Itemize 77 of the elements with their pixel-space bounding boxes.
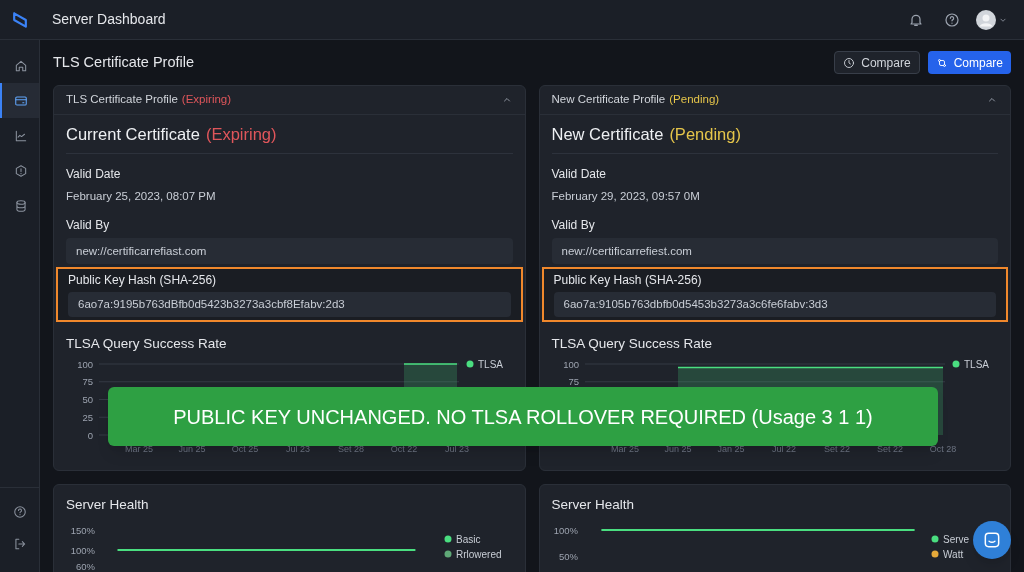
- legend-label: Basic: [456, 533, 481, 545]
- field-label: Valid By: [551, 217, 596, 235]
- success-banner: PUBLIC KEY UNCHANGED. NO TLSA ROLLOVER REQUIRED (Usage 3 1 1): [108, 387, 938, 446]
- chat-icon: [982, 530, 1002, 550]
- logo-icon: [10, 9, 30, 30]
- field-label: Public Key Hash (SHA-256): [553, 272, 703, 290]
- legend-label: TLSA: [963, 358, 989, 369]
- axis-tick-label: 75: [82, 375, 93, 387]
- axis-tick-label: Jul 23: [286, 443, 310, 454]
- compare-icon: [935, 56, 948, 69]
- hexagon-icon: [13, 163, 28, 178]
- legend-label: TLSA: [478, 358, 503, 369]
- axis-tick-label: Mar 25: [610, 443, 639, 454]
- sidebar-item[interactable]: [0, 83, 39, 118]
- axis-tick-label: Set 22: [823, 443, 850, 454]
- field-label: Valid Date: [551, 166, 607, 183]
- valid-by-field: new://certificarrefiest.com: [551, 238, 998, 265]
- axis-tick-label: Mar 25: [125, 443, 153, 454]
- field-label: Valid Date: [66, 166, 122, 183]
- axis-tick-label: 100: [562, 358, 579, 369]
- card-header-title: New Certificate Profile: [551, 92, 666, 108]
- help-icon: [12, 505, 27, 519]
- compare-button[interactable]: Compare: [927, 51, 1011, 74]
- page-title: TLS Certificate Profile: [53, 52, 195, 72]
- field-label: Public Key Hash (SHA-256): [68, 272, 218, 290]
- home-icon: [13, 58, 28, 73]
- card-header-title: TLS Certificate Profile: [66, 92, 178, 108]
- axis-tick-label: Oct 22: [390, 443, 418, 454]
- hash-field: 6ao7a:9195b763dBfb0d5423b3273a3cbf8Efabv:2d3: [68, 292, 511, 318]
- logout-icon: [12, 537, 27, 551]
- chart-icon: [13, 128, 28, 143]
- legend-label: Watt: [942, 548, 963, 560]
- field-label: Valid By: [66, 217, 111, 235]
- axis-tick-label: Jun 25: [178, 443, 206, 454]
- valid-by-field: new://certificarrefiast.com: [66, 238, 513, 265]
- axis-tick-label: 100%: [70, 544, 95, 556]
- legend-label: Serve: [942, 533, 969, 545]
- chart-title: Server Health: [551, 496, 636, 514]
- help-icon: [944, 11, 960, 28]
- axis-tick-label: Jul 22: [771, 443, 796, 454]
- axis-tick-label: 50: [82, 393, 93, 405]
- status-label: (Expiring): [205, 123, 277, 145]
- axis-tick-label: 0: [87, 429, 93, 440]
- database-icon: [13, 198, 28, 213]
- axis-tick-label: Set 28: [338, 443, 364, 454]
- status-label: (Pending): [669, 92, 720, 108]
- axis-tick-label: Jun 25: [664, 443, 691, 454]
- axis-tick-label: 100: [77, 358, 93, 369]
- axis-tick-label: 50%: [558, 550, 578, 562]
- axis-tick-label: 150%: [70, 524, 95, 536]
- compare-button[interactable]: Compare: [834, 51, 920, 74]
- chart-title: TLSA Query Success Rate: [66, 335, 228, 354]
- status-label: (Expiring): [181, 92, 232, 108]
- axis-tick-label: Oct 28: [929, 443, 956, 454]
- valid-date-value: February 25, 2023, 08:07 PM: [66, 189, 217, 204]
- status-label: (Pending): [669, 123, 741, 145]
- chart-title: TLSA Query Success Rate: [551, 335, 714, 354]
- axis-tick-label: Set 22: [876, 443, 903, 454]
- axis-tick-label: Jul 23: [445, 443, 469, 454]
- certificate-title: Current Certificate: [66, 123, 200, 145]
- valid-date-value: February 29, 2023, 09:57 0M: [551, 189, 701, 204]
- avatar-button[interactable]: [976, 9, 1008, 30]
- app-title: Server Dashboard: [52, 10, 166, 29]
- clock-icon: [843, 56, 856, 69]
- avatar-icon: [976, 9, 996, 30]
- axis-tick-label: Jan 25: [717, 443, 744, 454]
- axis-tick-label: 100%: [553, 524, 578, 536]
- series-line: [403, 362, 458, 365]
- axis-tick-label: 75: [567, 375, 579, 387]
- certificate-title: New Certificate: [551, 123, 664, 145]
- axis-tick-label: 60%: [76, 560, 95, 572]
- hash-field: 6ao7a:9105b763dbfb0d5453b3273a3c6fe6fabv:3d3: [553, 292, 996, 318]
- axis-tick-label: Oct 25: [231, 443, 259, 454]
- card-icon: [13, 93, 28, 108]
- chart-title: Server Health: [66, 496, 150, 514]
- legend-label: Rrlowered: [456, 548, 502, 560]
- axis-tick-label: 25: [82, 411, 93, 423]
